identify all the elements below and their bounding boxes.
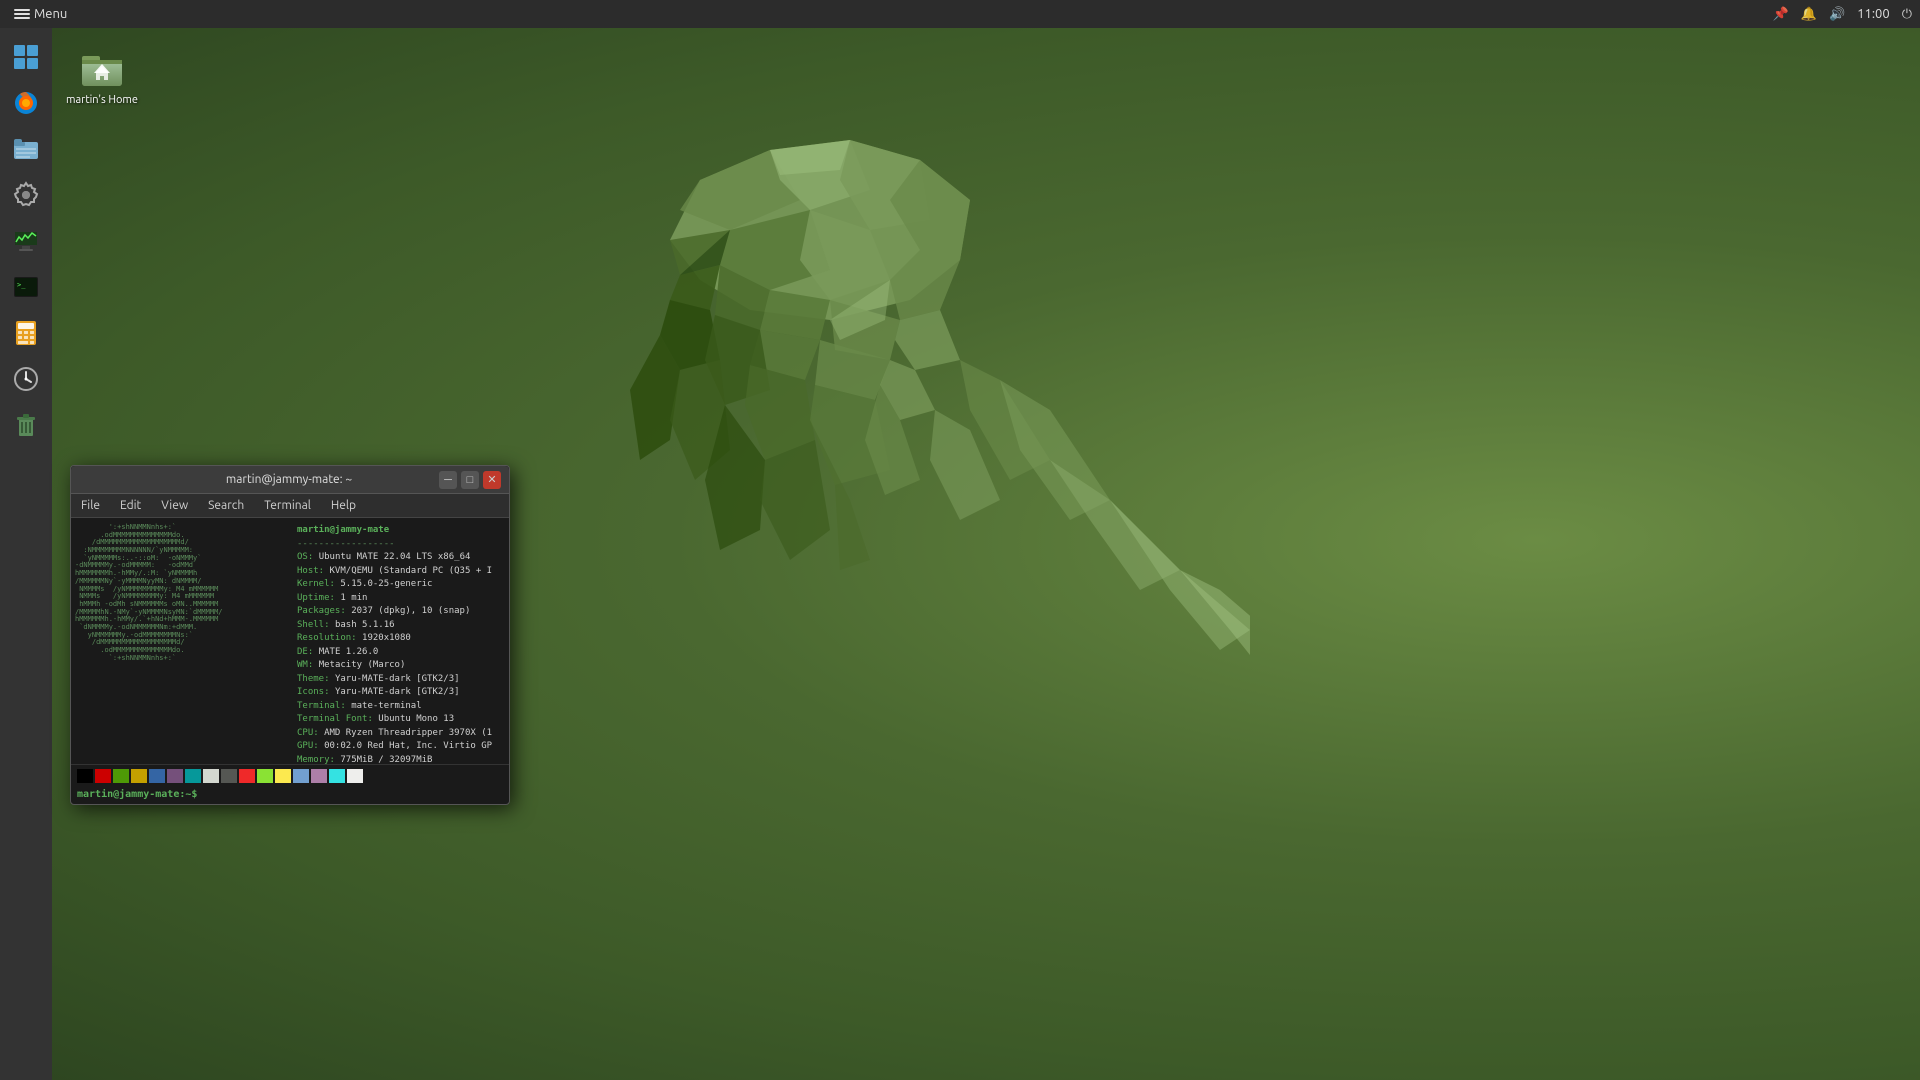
color-bright-magenta bbox=[311, 769, 327, 783]
terminal-menu-file[interactable]: File bbox=[77, 497, 104, 514]
info-cpu-value: AMD Ryzen Threadripper 3970X (1 bbox=[324, 728, 492, 738]
bell-icon[interactable]: 🔔 bbox=[1801, 7, 1817, 22]
info-wm-key: WM: bbox=[297, 660, 319, 670]
home-folder-icon[interactable]: martin's Home bbox=[62, 38, 142, 111]
info-packages-key: Packages: bbox=[297, 606, 351, 616]
sidebar: >_ bbox=[0, 28, 52, 1080]
color-cyan bbox=[185, 769, 201, 783]
info-termfont-value: Ubuntu Mono 13 bbox=[378, 714, 454, 724]
info-de-key: DE: bbox=[297, 647, 319, 657]
color-bright-yellow bbox=[275, 769, 291, 783]
terminal-menu-terminal[interactable]: Terminal bbox=[260, 497, 315, 514]
info-theme-key: Theme: bbox=[297, 674, 335, 684]
info-gpu-value: 00:02.0 Red Hat, Inc. Virtio GP bbox=[324, 741, 492, 751]
sidebar-item-files[interactable] bbox=[5, 36, 47, 78]
color-green bbox=[113, 769, 129, 783]
info-de-value: MATE 1.26.0 bbox=[319, 647, 379, 657]
panel-left: Menu bbox=[8, 5, 73, 23]
sidebar-item-monitor[interactable] bbox=[5, 220, 47, 262]
sidebar-item-trash[interactable] bbox=[5, 404, 47, 446]
color-yellow bbox=[131, 769, 147, 783]
terminal-bottom: martin@jammy-mate:~$ bbox=[71, 764, 509, 804]
volume-icon[interactable]: 🔊 bbox=[1829, 7, 1845, 22]
terminal-window: martin@jammy-mate: ~ ─ □ ✕ File Edit Vie… bbox=[70, 465, 510, 805]
info-uptime-key: Uptime: bbox=[297, 593, 340, 603]
info-icons-value: Yaru-MATE-dark [GTK2/3] bbox=[335, 687, 460, 697]
terminal-maximize-button[interactable]: □ bbox=[461, 471, 479, 489]
color-red bbox=[95, 769, 111, 783]
info-os-value: Ubuntu MATE 22.04 LTS x86_64 bbox=[319, 552, 471, 562]
color-bright-black bbox=[221, 769, 237, 783]
info-termfont-key: Terminal Font: bbox=[297, 714, 378, 724]
info-host-value: KVM/QEMU (Standard PC (Q35 + I bbox=[330, 566, 493, 576]
pushpin-icon[interactable]: 📌 bbox=[1773, 7, 1789, 22]
terminal-menu-view[interactable]: View bbox=[157, 497, 192, 514]
color-black bbox=[77, 769, 93, 783]
info-kernel-value: 5.15.0-25-generic bbox=[340, 579, 432, 589]
terminal-color-palette bbox=[71, 765, 509, 787]
terminal-body: ':+shNNMMNnhs+:` .odMMMMMMMMMMMMMMdo. /d… bbox=[71, 518, 509, 764]
home-folder-label: martin's Home bbox=[66, 94, 138, 107]
panel-right: 📌 🔔 🔊 11:00 ⏻ bbox=[1773, 7, 1912, 22]
info-cpu-key: CPU: bbox=[297, 728, 324, 738]
color-bright-blue bbox=[293, 769, 309, 783]
terminal-prompt[interactable]: martin@jammy-mate:~$ bbox=[71, 787, 509, 804]
sidebar-item-filemanager[interactable] bbox=[5, 128, 47, 170]
color-bright-white bbox=[347, 769, 363, 783]
info-memory-value: 775MiB / 32097MiB bbox=[340, 755, 432, 765]
sidebar-item-clock[interactable] bbox=[5, 358, 47, 400]
info-terminal-key: Terminal: bbox=[297, 701, 351, 711]
top-panel: Menu 📌 🔔 🔊 11:00 ⏻ bbox=[0, 0, 1920, 28]
power-icon[interactable]: ⏻ bbox=[1902, 7, 1912, 22]
color-bright-green bbox=[257, 769, 273, 783]
info-uptime-value: 1 min bbox=[340, 593, 367, 603]
info-packages-value: 2037 (dpkg), 10 (snap) bbox=[351, 606, 470, 616]
terminal-menu-edit[interactable]: Edit bbox=[116, 497, 145, 514]
terminal-close-button[interactable]: ✕ bbox=[483, 471, 501, 489]
color-bright-red bbox=[239, 769, 255, 783]
info-kernel-key: Kernel: bbox=[297, 579, 340, 589]
terminal-ascii-art: ':+shNNMMNnhs+:` .odMMMMMMMMMMMMMMdo. /d… bbox=[71, 518, 291, 764]
info-resolution-key: Resolution: bbox=[297, 633, 362, 643]
home-folder-image bbox=[78, 42, 126, 90]
terminal-title: martin@jammy-mate: ~ bbox=[139, 473, 439, 486]
info-resolution-value: 1920x1080 bbox=[362, 633, 411, 643]
menu-button[interactable]: Menu bbox=[8, 5, 73, 23]
color-magenta bbox=[167, 769, 183, 783]
desktop: Menu 📌 🔔 🔊 11:00 ⏻ bbox=[0, 0, 1920, 1080]
terminal-menu-search[interactable]: Search bbox=[204, 497, 248, 514]
info-terminal-value: mate-terminal bbox=[351, 701, 421, 711]
terminal-sysinfo: martin@jammy-mate ------------------ OS:… bbox=[291, 518, 509, 764]
info-host-key: Host: bbox=[297, 566, 330, 576]
color-blue bbox=[149, 769, 165, 783]
terminal-titlebar: martin@jammy-mate: ~ ─ □ ✕ bbox=[71, 466, 509, 494]
info-shell-key: Shell: bbox=[297, 620, 335, 630]
color-bright-cyan bbox=[329, 769, 345, 783]
terminal-separator: ------------------ bbox=[297, 539, 395, 549]
info-os-key: OS: bbox=[297, 552, 319, 562]
terminal-controls: ─ □ ✕ bbox=[439, 471, 501, 489]
info-shell-value: bash 5.1.16 bbox=[335, 620, 395, 630]
info-memory-key: Memory: bbox=[297, 755, 340, 765]
menu-icon bbox=[14, 9, 30, 19]
terminal-minimize-button[interactable]: ─ bbox=[439, 471, 457, 489]
menu-label: Menu bbox=[34, 7, 67, 21]
svg-text:>_: >_ bbox=[17, 281, 26, 289]
sidebar-item-settings[interactable] bbox=[5, 174, 47, 216]
sidebar-item-terminal[interactable]: >_ bbox=[5, 266, 47, 308]
terminal-menu-help[interactable]: Help bbox=[327, 497, 360, 514]
sidebar-item-calculator[interactable] bbox=[5, 312, 47, 354]
terminal-menubar: File Edit View Search Terminal Help bbox=[71, 494, 509, 518]
info-icons-key: Icons: bbox=[297, 687, 335, 697]
info-theme-value: Yaru-MATE-dark [GTK2/3] bbox=[335, 674, 460, 684]
sidebar-item-firefox[interactable] bbox=[5, 82, 47, 124]
clock-display[interactable]: 11:00 bbox=[1857, 7, 1890, 21]
color-white bbox=[203, 769, 219, 783]
info-wm-value: Metacity (Marco) bbox=[319, 660, 406, 670]
info-gpu-key: GPU: bbox=[297, 741, 324, 751]
desktop-icons-area: martin's Home bbox=[52, 28, 152, 121]
terminal-hostname: martin@jammy-mate bbox=[297, 525, 389, 535]
